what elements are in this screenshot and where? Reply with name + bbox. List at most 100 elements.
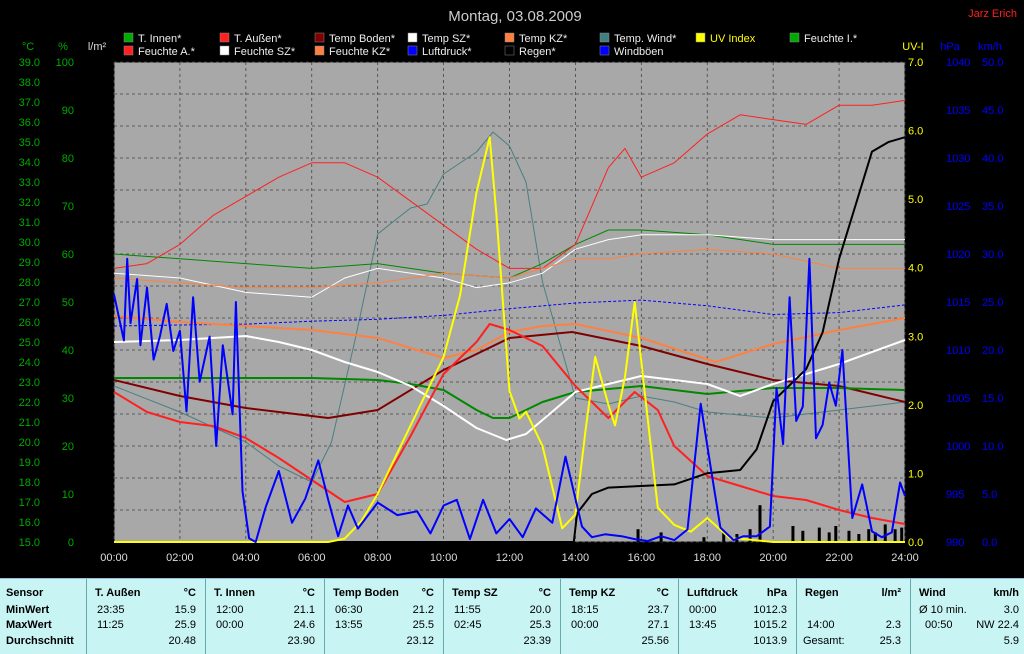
axis-tick-wind: 40.0 [982,153,1003,165]
stats-max-time: 00:00 [571,619,599,631]
axis-tick-temp: 25.0 [19,337,40,349]
chart-title: Montag, 03.08.2009 [448,8,581,25]
axis-tick-wind: 45.0 [982,105,1003,117]
stats-avg-value: 25.56 [641,635,669,647]
rain-bar [817,527,821,542]
axis-tick-humidity: 50 [62,297,74,309]
axis-tick-temp: 32.0 [19,197,40,209]
stats-column-2: Temp Boden °C 06:30 21.2 13:55 25.5 23.12 [324,579,444,654]
stats-max-value: 25.5 [412,619,434,631]
axis-tick-temp: 19.0 [19,457,40,469]
axis-tick-humidity: 10 [62,489,74,501]
axis-tick-temp: 27.0 [19,297,40,309]
axis-tick-wind: 50.0 [982,57,1003,69]
axis-tick-temp: 21.0 [19,417,40,429]
axis-tick-time: 10:00 [430,552,458,564]
stats-avg-value: 23.39 [523,635,551,647]
legend-swatch [314,32,325,43]
axis-tick-pressure: 995 [946,489,964,501]
stats-col-title: Regen [805,587,839,599]
stats-min-value: 3.0 [1003,604,1019,616]
rain-bar [827,532,831,542]
stats-min-time: 11:55 [454,604,481,616]
stats-min-time: 12:00 [216,604,244,616]
stats-min-value: 1012.3 [753,604,787,616]
stats-col-unit: °C [302,587,315,599]
axis-tick-time: 18:00 [693,552,721,564]
axis-tick-time: 20:00 [759,552,787,564]
legend-label: Temp KZ* [519,33,568,45]
axis-tick-uv: 4.0 [908,263,923,275]
axis-tick-pressure: 1015 [946,297,970,309]
axis-unit-temp: °C [22,41,34,53]
axis-tick-time: 04:00 [232,552,260,564]
stats-column-rain: Regen l/m² 14:00 2.3 Gesamt: 25.3 [796,579,911,654]
stats-col-unit: °C [421,587,434,599]
axis-tick-rain: 4.0 [95,473,110,485]
rain-bar [801,530,805,542]
stats-column-5: Luftdruck hPa 00:00 1012.3 13:45 1015.2 1013.9 [678,579,797,654]
axis-tick-temp: 22.0 [19,397,40,409]
axis-tick-temp: 17.0 [19,497,40,509]
stats-min-time: 00:00 [689,604,717,616]
stats-avg-value: 5.9 [1003,635,1019,647]
legend-swatch [504,32,515,43]
stats-row-label: Durchschnitt [6,635,74,647]
axis-tick-temp: 31.0 [19,217,40,229]
axis-tick-temp: 36.0 [19,117,40,129]
stats-column-0: T. Außen °C 23:35 15.9 11:25 25.9 20.48 [86,579,206,654]
stats-max-value: 1015.2 [753,619,787,631]
axis-tick-humidity: 100 [56,57,74,69]
axis-tick-pressure: 1000 [946,441,970,453]
stats-max-value: 25.3 [529,619,551,631]
axis-tick-temp: 16.0 [19,517,40,529]
legend-label: T. Außen* [234,33,282,45]
legend-swatch [123,32,134,43]
axis-tick-temp: 23.0 [19,377,40,389]
legend-swatch [407,45,418,56]
stats-col-title: Wind [919,587,946,599]
stats-min-label: Ø 10 min. [919,604,967,616]
axis-tick-pressure: 1025 [946,201,970,213]
legend-label: T. Innen* [138,33,182,45]
legend-swatch [314,45,325,56]
rain-bar [834,526,838,542]
legend-swatch [695,32,706,43]
stats-min-value: 20.0 [529,604,551,616]
axis-tick-temp: 39.0 [19,57,40,69]
axis-tick-time: 16:00 [628,552,656,564]
legend-swatch [789,32,800,43]
stats-max-value: 2.3 [885,619,901,631]
axis-unit-pressure: hPa [940,41,960,53]
axis-tick-rain: 6.0 [95,441,110,453]
axis-tick-rain: 14.0 [89,313,110,325]
axis-tick-wind: 5.0 [982,489,997,501]
legend-swatch [219,32,230,43]
stats-col-title: Temp SZ [452,587,498,599]
stats-max-value: NW 22.4 [976,619,1019,631]
axis-tick-time: 24:00 [891,552,919,564]
stats-avg-value: 25.3 [879,635,901,647]
axis-tick-temp: 29.0 [19,257,40,269]
stats-col-unit: km/h [993,587,1019,599]
axis-tick-temp: 30.0 [19,237,40,249]
axis-tick-temp: 15.0 [19,537,40,549]
legend-label: Temp. Wind* [614,33,677,45]
axis-tick-pressure: 1020 [946,249,970,261]
legend-swatch [407,32,418,43]
axis-tick-pressure: 1030 [946,153,970,165]
axis-tick-pressure: 990 [946,537,964,549]
stats-col-title: Temp KZ [569,587,616,599]
legend-label: Windböen [614,46,664,58]
axis-tick-humidity: 80 [62,153,74,165]
rain-bar [857,534,861,542]
legend-label: Feuchte I.* [804,33,858,45]
legend-label: Feuchte KZ* [329,46,391,58]
legend-label: Luftdruck* [422,46,472,58]
stats-max-time: 00:00 [216,619,244,631]
axis-tick-rain: 18.0 [89,249,110,261]
stats-min-value: 21.2 [412,604,434,616]
axis-tick-rain: 8.0 [95,409,110,421]
axis-unit-humidity: % [58,41,68,53]
axis-tick-wind: 10.0 [982,441,1003,453]
